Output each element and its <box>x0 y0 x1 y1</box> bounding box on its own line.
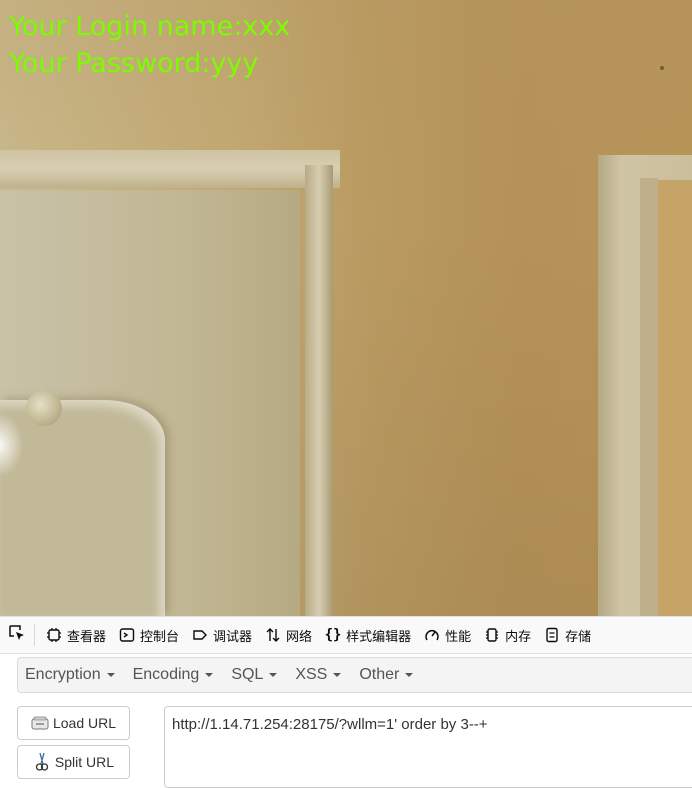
memory-icon <box>483 626 501 644</box>
hackbar-menu: Encryption Encoding SQL XSS Other <box>17 657 692 693</box>
second-door-edge <box>640 178 658 616</box>
toolbar-divider <box>34 624 35 646</box>
tab-network[interactable]: 网络 <box>258 617 318 653</box>
caret-down-icon <box>205 673 214 677</box>
split-url-button[interactable]: Split URL <box>17 745 130 779</box>
password-text: Your Password:yyy <box>9 48 259 79</box>
second-door <box>658 180 692 616</box>
credentials-overlay: Your Login name:xxx Your Password:yyy <box>9 8 290 82</box>
load-url-button[interactable]: Load URL <box>17 706 130 740</box>
url-textarea[interactable]: http://1.14.71.254:28175/?wllm=1' order … <box>164 706 692 788</box>
menu-label: Encryption <box>25 666 101 683</box>
inspector-icon <box>45 626 63 644</box>
load-url-label: Load URL <box>52 715 117 731</box>
url-text: http://1.14.71.254:28175/?wllm=1' order … <box>172 716 488 733</box>
devtools-toolbar: 查看器 控制台 调试器 网络 {} 样式编辑器 性能 内存 存储 <box>0 616 692 654</box>
login-name-text: Your Login name:xxx <box>9 11 291 42</box>
tab-label: 存储 <box>565 629 592 645</box>
tab-label: 调试器 <box>213 629 253 645</box>
element-picker-icon <box>8 624 26 647</box>
menu-encryption[interactable]: Encryption <box>18 666 126 684</box>
menu-xss[interactable]: XSS <box>288 666 352 684</box>
tab-label: 控制台 <box>140 629 180 645</box>
menu-encoding[interactable]: Encoding <box>126 666 225 684</box>
door-frame-side <box>305 165 333 616</box>
door-knob <box>26 390 62 426</box>
scissors-icon <box>33 752 51 771</box>
tab-label: 网络 <box>286 629 313 645</box>
element-picker-button[interactable] <box>0 617 34 653</box>
menu-label: XSS <box>295 666 328 683</box>
storage-icon <box>543 626 561 644</box>
split-url-label: Split URL <box>54 754 115 770</box>
console-icon <box>118 626 136 644</box>
wall-spot <box>660 66 664 70</box>
tab-label: 查看器 <box>67 629 107 645</box>
debugger-icon <box>191 626 209 644</box>
network-icon <box>264 626 282 644</box>
caret-down-icon <box>269 673 278 677</box>
menu-sql[interactable]: SQL <box>224 666 288 684</box>
tab-label: 内存 <box>505 629 532 645</box>
tab-console[interactable]: 控制台 <box>112 617 185 653</box>
tab-performance[interactable]: 性能 <box>417 617 477 653</box>
caret-down-icon <box>106 673 115 677</box>
page-viewport: Your Login name:xxx Your Password:yyy <box>0 0 692 616</box>
menu-label: Other <box>359 666 400 683</box>
performance-icon <box>423 626 441 644</box>
menu-other[interactable]: Other <box>352 666 424 684</box>
tab-storage[interactable]: 存储 <box>537 617 597 653</box>
menu-label: Encoding <box>132 666 200 683</box>
light-glare <box>0 415 22 475</box>
tab-style-editor[interactable]: {} 样式编辑器 <box>318 617 417 653</box>
tab-inspector[interactable]: 查看器 <box>39 617 112 653</box>
menu-label: SQL <box>231 666 264 683</box>
tab-label: 样式编辑器 <box>346 629 412 645</box>
door-frame-top <box>0 150 340 188</box>
tab-memory[interactable]: 内存 <box>477 617 537 653</box>
style-editor-icon: {} <box>324 627 342 643</box>
tab-label: 性能 <box>445 629 472 645</box>
caret-down-icon <box>405 673 414 677</box>
door-inset-panel <box>0 400 165 616</box>
tab-debugger[interactable]: 调试器 <box>185 617 258 653</box>
load-url-icon <box>31 715 49 731</box>
caret-down-icon <box>333 673 342 677</box>
